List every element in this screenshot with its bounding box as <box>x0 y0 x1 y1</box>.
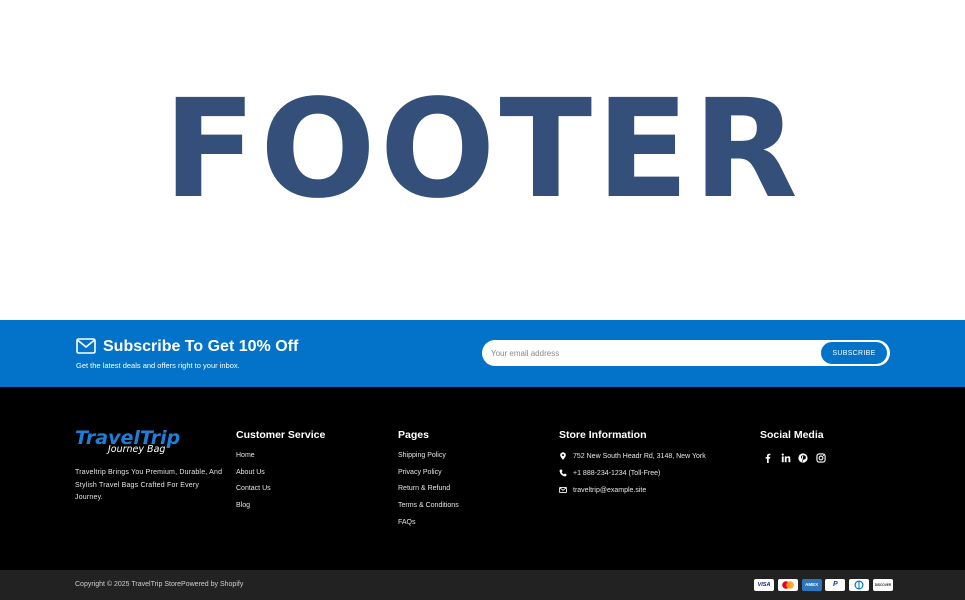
footer-main: TravelTrip Journey Bag Traveltrip Brings… <box>0 387 965 570</box>
store-email-text: traveltrip@example.site <box>573 486 647 494</box>
amex-icon: AMEX <box>801 579 822 591</box>
logo-sub-text: Journey Bag <box>108 444 166 455</box>
link-blog[interactable]: Blog <box>236 502 250 509</box>
link-return-refund[interactable]: Return & Refund <box>398 485 450 492</box>
brand-logo[interactable]: TravelTrip Journey Bag <box>75 427 185 461</box>
store-info-title: Store Information <box>559 429 647 441</box>
link-terms-conditions[interactable]: Terms & Conditions <box>398 502 459 509</box>
footer-link-privacy[interactable]: Privacy Policy <box>398 468 459 485</box>
footer-link-faqs[interactable]: FAQs <box>398 518 459 535</box>
customer-service-links: Home About Us Contact Us Blog <box>236 451 271 518</box>
footer-link-blog[interactable]: Blog <box>236 501 271 518</box>
brand-description: Traveltrip Brings You Premium, Durable, … <box>75 469 223 501</box>
footer-link-terms[interactable]: Terms & Conditions <box>398 501 459 518</box>
store-address-text: 752 New South Headr Rd, 3148, New York <box>573 452 706 460</box>
link-faqs[interactable]: FAQs <box>398 519 416 526</box>
subscribe-subtitle: Get the latest deals and offers right to… <box>76 361 240 370</box>
instagram-icon[interactable] <box>815 453 826 463</box>
footer-link-contact[interactable]: Contact Us <box>236 484 271 501</box>
link-home[interactable]: Home <box>236 452 255 459</box>
paypal-label: P <box>833 581 838 588</box>
store-email[interactable]: traveltrip@example.site <box>559 485 646 495</box>
amex-label: AMEX <box>805 582 819 587</box>
subscribe-form: SUBSCRIBE <box>482 340 890 366</box>
discover-icon: DISCOVER <box>872 579 893 591</box>
social-icons <box>763 453 833 463</box>
visa-icon: VISA <box>754 579 774 591</box>
social-media-title: Social Media <box>760 429 824 441</box>
mail-icon <box>76 338 96 354</box>
store-address: 752 New South Headr Rd, 3148, New York <box>559 451 706 461</box>
store-phone-text: +1 888-234-1234 (Toll-Free) <box>573 469 661 477</box>
payment-icons: VISA AMEX P DISCOVER <box>754 579 897 591</box>
visa-label: VISA <box>757 582 771 588</box>
location-pin-icon <box>560 452 566 460</box>
footer-link-home[interactable]: Home <box>236 451 271 468</box>
subscribe-button[interactable]: SUBSCRIBE <box>820 341 888 365</box>
footer-link-shipping[interactable]: Shipping Policy <box>398 451 459 468</box>
phone-icon <box>559 469 567 477</box>
mastercard-icon <box>777 579 798 591</box>
footer-link-refund[interactable]: Return & Refund <box>398 484 459 501</box>
copyright-text: Copyright © 2025 TravelTrip StorePowered… <box>75 581 244 588</box>
link-shipping-policy[interactable]: Shipping Policy <box>398 452 446 459</box>
link-contact-us[interactable]: Contact Us <box>236 485 271 492</box>
hero-section: FOOTER <box>0 0 965 320</box>
link-about-us[interactable]: About Us <box>236 469 265 476</box>
diners-club-icon <box>849 579 870 591</box>
linkedin-icon[interactable] <box>781 453 791 463</box>
email-input[interactable] <box>482 340 812 366</box>
store-phone[interactable]: +1 888-234-1234 (Toll-Free) <box>559 468 660 478</box>
email-icon <box>559 486 567 494</box>
paypal-icon: P <box>825 579 846 591</box>
hero-title: FOOTER <box>163 71 802 229</box>
pages-links: Shipping Policy Privacy Policy Return & … <box>398 451 459 534</box>
subscribe-title: Subscribe To Get 10% Off <box>103 338 299 355</box>
pinterest-icon[interactable] <box>798 453 808 463</box>
discover-label: DISCOVER <box>874 583 892 587</box>
pages-title: Pages <box>398 429 429 441</box>
link-privacy-policy[interactable]: Privacy Policy <box>398 469 442 476</box>
facebook-icon[interactable] <box>763 453 773 463</box>
footer-bottom-bar: Copyright © 2025 TravelTrip StorePowered… <box>0 570 965 600</box>
customer-service-title: Customer Service <box>236 429 326 441</box>
footer-link-about[interactable]: About Us <box>236 468 271 485</box>
